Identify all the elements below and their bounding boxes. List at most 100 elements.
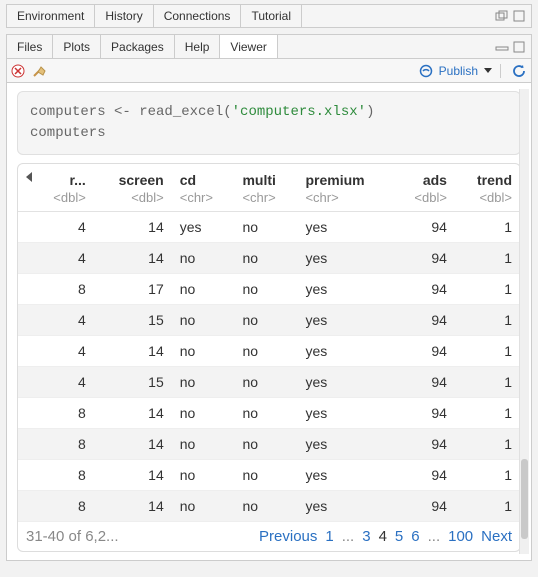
data-table: r...screencdmultipremiumadstrend <dbl> <d…: [18, 164, 520, 522]
tab-connections[interactable]: Connections: [154, 5, 242, 27]
cell: 94: [393, 305, 455, 336]
tab-packages[interactable]: Packages: [101, 35, 175, 58]
remove-viewer-icon[interactable]: [11, 64, 25, 78]
tab-environment[interactable]: Environment: [7, 5, 95, 27]
cell: yes: [297, 336, 393, 367]
tab-viewer[interactable]: Viewer: [220, 35, 277, 58]
cell: no: [172, 274, 235, 305]
viewer-toolbar: Publish: [7, 59, 531, 83]
cell: yes: [297, 398, 393, 429]
cell: 94: [393, 491, 455, 522]
cell: 1: [455, 212, 520, 243]
pager-page-1[interactable]: 1: [325, 528, 333, 545]
table-footer: 31-40 of 6,2... Previous1...3456...100Ne…: [18, 522, 520, 551]
broom-icon[interactable]: [31, 63, 47, 79]
table-row: 814nonoyes941: [18, 429, 520, 460]
cell: 4: [32, 336, 94, 367]
collapse-pane-icon[interactable]: [495, 41, 509, 53]
code-chunk: computers <- read_excel('computers.xlsx'…: [17, 91, 521, 155]
row-counts: 31-40 of 6,2...: [26, 528, 119, 545]
tab-plots[interactable]: Plots: [53, 35, 101, 58]
cell: 15: [94, 305, 172, 336]
table-row: 814nonoyes941: [18, 491, 520, 522]
publish-button[interactable]: Publish: [415, 64, 505, 78]
cell: yes: [297, 367, 393, 398]
cell: 1: [455, 491, 520, 522]
tab-help[interactable]: Help: [175, 35, 221, 58]
cell: 8: [32, 398, 94, 429]
cell: no: [172, 243, 235, 274]
cell: yes: [297, 429, 393, 460]
refresh-icon[interactable]: [511, 63, 527, 79]
col-header-2[interactable]: cd: [172, 164, 235, 190]
cell: 94: [393, 367, 455, 398]
pager: Previous1...3456...100Next: [129, 528, 512, 545]
chevron-down-icon: [484, 68, 492, 73]
cell: yes: [297, 274, 393, 305]
maximize-pane-icon[interactable]: [513, 10, 525, 22]
cell: 14: [94, 429, 172, 460]
table-row: 817nonoyes941: [18, 274, 520, 305]
col-header-0[interactable]: r...: [32, 164, 94, 190]
col-type-1: <dbl>: [94, 190, 172, 212]
fullsize-pane-icon[interactable]: [513, 41, 525, 53]
table-row: 814nonoyes941: [18, 398, 520, 429]
pager-next[interactable]: Next: [481, 528, 512, 545]
cell: no: [234, 212, 297, 243]
cell: no: [234, 429, 297, 460]
code-string: 'computers.xlsx': [232, 104, 366, 120]
col-header-1[interactable]: screen: [94, 164, 172, 190]
col-type-6: <dbl>: [455, 190, 520, 212]
cell: yes: [297, 460, 393, 491]
cell: no: [172, 398, 235, 429]
tab-tutorial[interactable]: Tutorial: [241, 5, 302, 27]
cell: 8: [32, 429, 94, 460]
cell: 1: [455, 336, 520, 367]
cell: 17: [94, 274, 172, 305]
tab-history[interactable]: History: [95, 5, 153, 27]
cell: 94: [393, 212, 455, 243]
code-text-1a: computers <- read_excel(: [30, 104, 232, 120]
cell: yes: [297, 305, 393, 336]
cell: 94: [393, 274, 455, 305]
cell: 94: [393, 398, 455, 429]
cell: 1: [455, 398, 520, 429]
cell: 1: [455, 460, 520, 491]
vertical-scrollbar[interactable]: [519, 89, 529, 554]
scroll-left-icon[interactable]: [26, 172, 32, 182]
table-row: 415nonoyes941: [18, 367, 520, 398]
pager-ellipsis: ...: [428, 528, 441, 545]
cell: 14: [94, 243, 172, 274]
cell: no: [234, 460, 297, 491]
cell: no: [172, 460, 235, 491]
cell: yes: [297, 212, 393, 243]
col-header-5[interactable]: ads: [393, 164, 455, 190]
pager-page-100[interactable]: 100: [448, 528, 473, 545]
table-row: 414nonoyes941: [18, 243, 520, 274]
cell: 8: [32, 460, 94, 491]
scrollbar-thumb[interactable]: [521, 459, 528, 539]
viewer-pane: FilesPlotsPackagesHelpViewer Publish: [6, 34, 532, 561]
cell: 1: [455, 274, 520, 305]
pager-prev[interactable]: Previous: [259, 528, 317, 545]
cell: 4: [32, 367, 94, 398]
cell: 14: [94, 398, 172, 429]
cell: no: [172, 336, 235, 367]
col-header-3[interactable]: multi: [234, 164, 297, 190]
pager-page-5[interactable]: 5: [395, 528, 403, 545]
cell: no: [234, 243, 297, 274]
cell: no: [172, 429, 235, 460]
code-text-2: computers: [30, 125, 106, 141]
pager-page-6[interactable]: 6: [411, 528, 419, 545]
col-type-4: <chr>: [297, 190, 393, 212]
cell: yes: [297, 491, 393, 522]
cell: 8: [32, 491, 94, 522]
col-header-4[interactable]: premium: [297, 164, 393, 190]
col-header-6[interactable]: trend: [455, 164, 520, 190]
table-row: 414nonoyes941: [18, 336, 520, 367]
tab-files[interactable]: Files: [7, 35, 53, 58]
pager-page-3[interactable]: 3: [362, 528, 370, 545]
cell: no: [234, 367, 297, 398]
minimize-pane-icon[interactable]: [495, 10, 509, 22]
upper-tabbar: EnvironmentHistoryConnectionsTutorial: [6, 4, 532, 28]
